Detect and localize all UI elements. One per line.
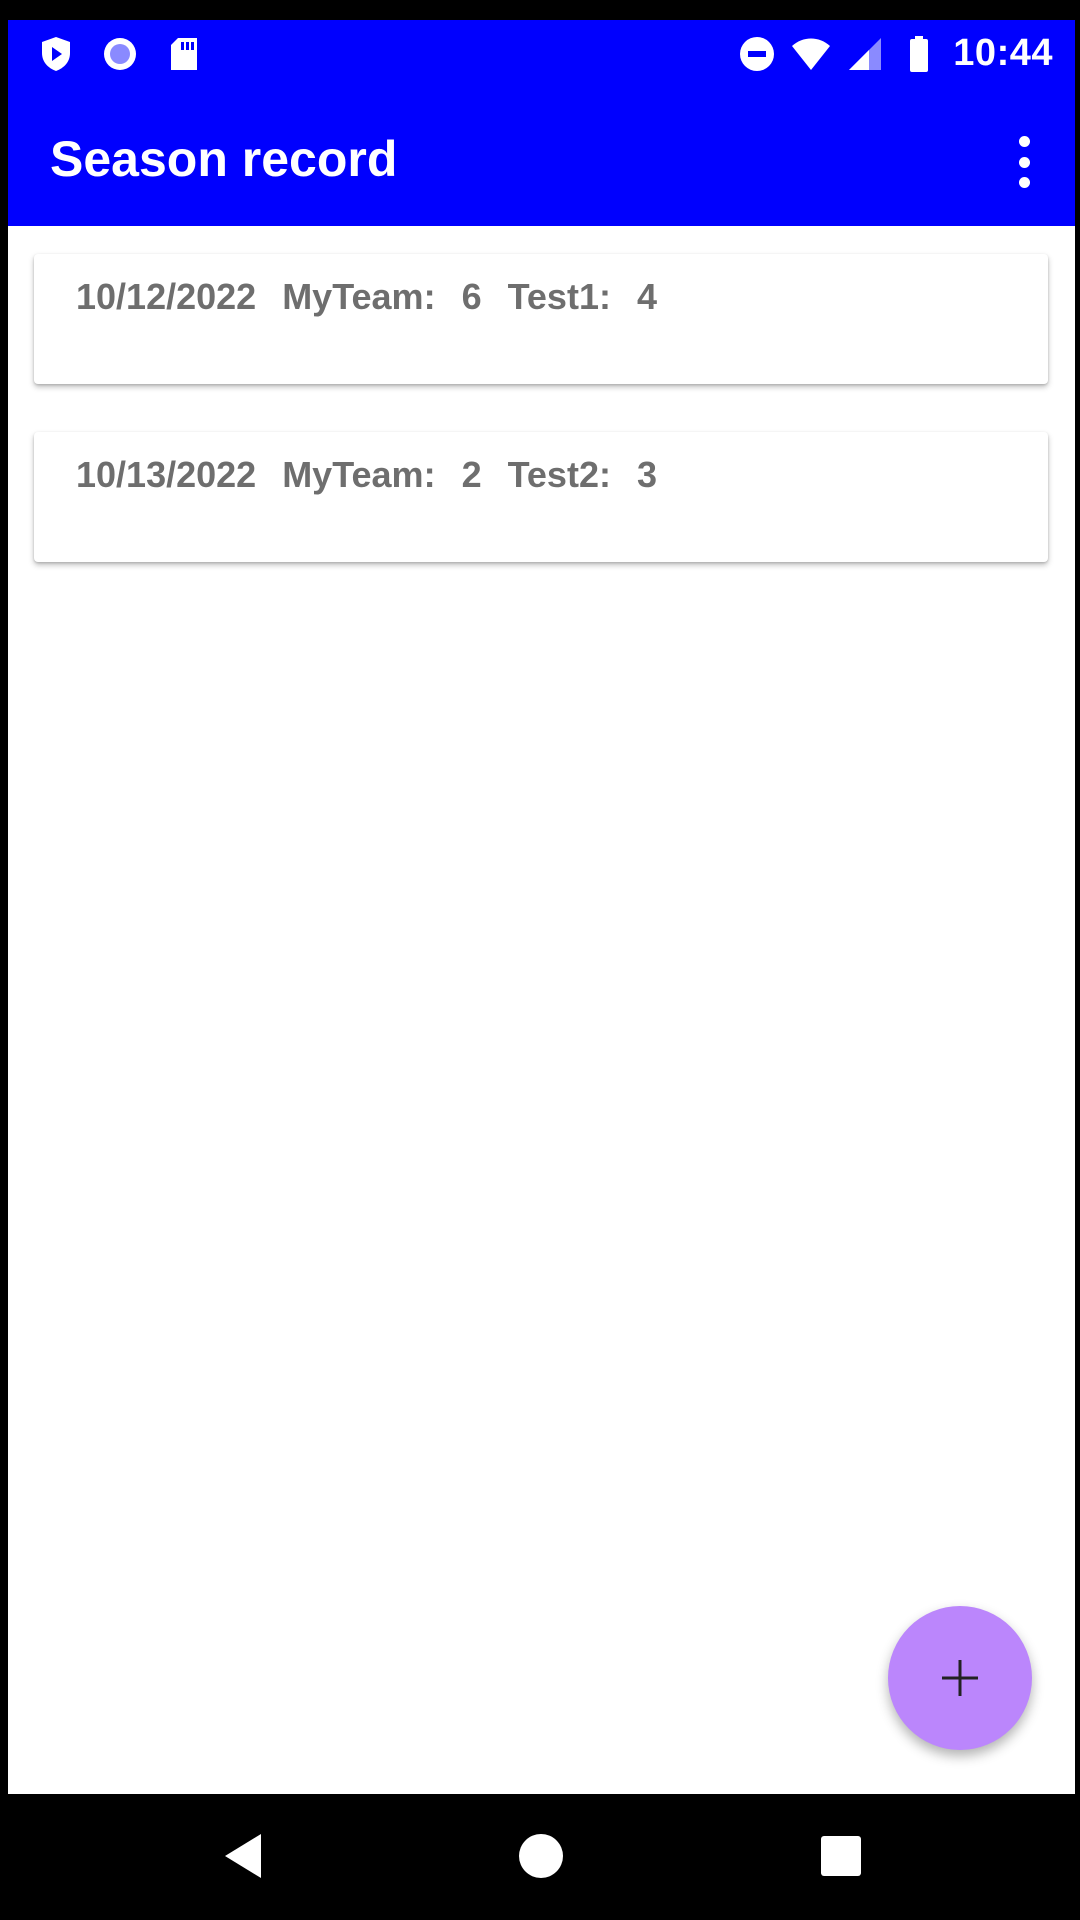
opponent-score: 3 xyxy=(636,454,657,495)
do-not-disturb-icon xyxy=(740,36,775,71)
back-button[interactable] xyxy=(208,1826,278,1886)
home-icon xyxy=(519,1834,563,1878)
status-bar-left-icons xyxy=(36,34,204,74)
recents-button[interactable] xyxy=(806,1826,876,1886)
game-list: 10/12/2022 MyTeam: 6 Test1: 4 10/13/2022… xyxy=(8,226,1075,1794)
navigation-bar xyxy=(0,1794,1080,1920)
game-date: 10/12/2022 xyxy=(76,276,257,317)
home-button[interactable] xyxy=(506,1826,576,1886)
menu-dot xyxy=(1018,156,1030,168)
opponent-label: Test2: xyxy=(507,454,611,495)
sd-card-icon xyxy=(171,38,197,70)
circle-notification-icon xyxy=(104,38,136,70)
wifi-icon xyxy=(792,38,831,70)
team-label: MyTeam: xyxy=(282,454,436,495)
game-date: 10/13/2022 xyxy=(76,454,257,495)
recents-icon xyxy=(821,1836,861,1876)
opponent-score: 4 xyxy=(636,276,657,317)
game-card-row: 10/12/2022 MyTeam: 6 Test1: 4 xyxy=(76,276,657,318)
back-icon xyxy=(225,1834,261,1878)
battery-icon xyxy=(910,35,929,72)
page-title: Season record xyxy=(50,131,398,187)
opponent-label: Test1: xyxy=(507,276,611,317)
menu-dot xyxy=(1018,136,1030,147)
team-score: 6 xyxy=(461,276,482,317)
team-label: MyTeam: xyxy=(282,276,436,317)
team-score: 2 xyxy=(461,454,482,495)
game-card[interactable]: 10/12/2022 MyTeam: 6 Test1: 4 xyxy=(34,254,1048,384)
status-bar-right-icons: 10:44 xyxy=(737,32,1053,75)
plus-icon xyxy=(942,1660,978,1696)
app-bar: Season record xyxy=(8,104,1075,226)
game-card[interactable]: 10/13/2022 MyTeam: 2 Test2: 3 xyxy=(34,432,1048,562)
screen: 10:44 Season record 10/12/2022 MyTeam: 6… xyxy=(0,0,1080,1920)
status-time: 10:44 xyxy=(953,32,1053,74)
more-vert-icon[interactable] xyxy=(1009,136,1039,188)
add-game-button[interactable] xyxy=(888,1606,1032,1750)
cell-signal-icon xyxy=(849,37,882,70)
status-bar: 10:44 xyxy=(8,20,1075,104)
menu-dot xyxy=(1018,177,1030,188)
play-protect-icon xyxy=(42,37,70,71)
game-card-row: 10/13/2022 MyTeam: 2 Test2: 3 xyxy=(76,454,657,496)
